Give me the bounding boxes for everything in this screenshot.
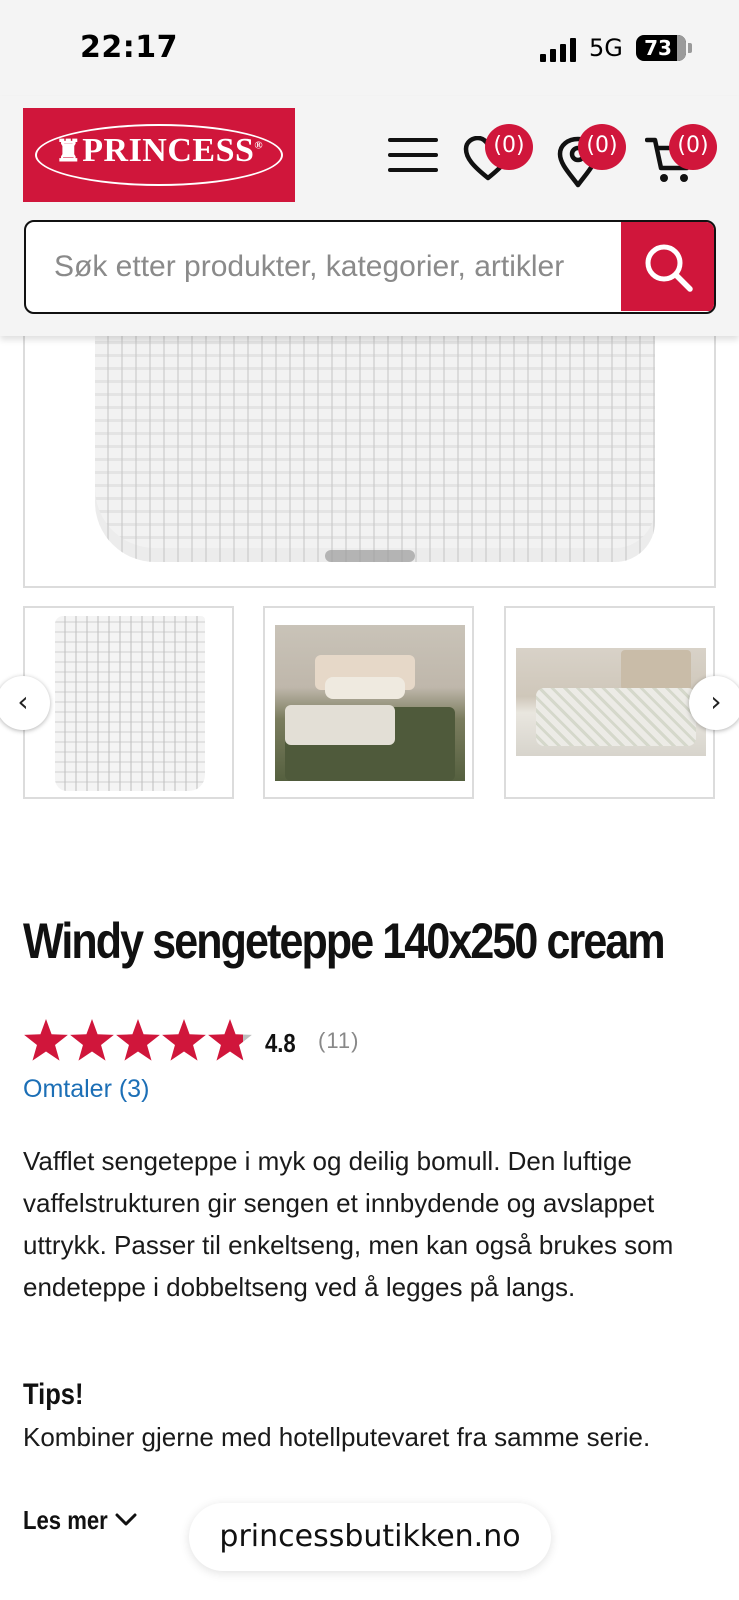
rating-count: (11) bbox=[318, 1028, 360, 1053]
cart-count-badge: (0) bbox=[669, 124, 717, 170]
browser-url-bar[interactable]: princessbutikken.no bbox=[189, 1503, 551, 1571]
thumbnail-bedroom-image bbox=[275, 625, 465, 781]
battery-tip bbox=[688, 43, 692, 53]
tips-heading: Tips! bbox=[23, 1378, 84, 1411]
brand-name: PRINCESS bbox=[82, 132, 255, 169]
thumbnail-blanket-image bbox=[55, 616, 205, 791]
tips-text: Kombiner gjerne med hotellputevaret fra … bbox=[23, 1422, 651, 1452]
reviews-link[interactable]: Omtaler (3) bbox=[23, 1075, 149, 1104]
network-type: 5G bbox=[589, 34, 623, 62]
product-description: Vafflet sengeteppe i myk og deilig bomul… bbox=[23, 1146, 674, 1302]
search-button[interactable] bbox=[621, 222, 714, 311]
wishlist-button[interactable]: (0) bbox=[463, 124, 533, 186]
stores-count-badge: (0) bbox=[578, 124, 626, 170]
read-more-button[interactable]: Les mer bbox=[23, 1505, 137, 1536]
product-thumbnail-3[interactable] bbox=[504, 606, 715, 799]
wishlist-count-badge: (0) bbox=[485, 124, 533, 170]
cart-button[interactable]: (0) bbox=[645, 124, 717, 186]
rating-star-icon bbox=[162, 1019, 206, 1061]
product-main-image[interactable] bbox=[23, 300, 716, 588]
signal-strength-icon bbox=[540, 38, 578, 62]
rating-stars bbox=[24, 1019, 252, 1061]
logo-text: ♜PRINCESS® bbox=[23, 132, 295, 170]
rating-star-icon bbox=[116, 1019, 160, 1061]
hamburger-menu-icon[interactable] bbox=[388, 138, 438, 172]
registered-mark: ® bbox=[254, 139, 264, 152]
rating-star-icon bbox=[24, 1019, 68, 1061]
product-title: Windy sengeteppe 140x250 cream bbox=[23, 913, 666, 969]
rating-star-icon bbox=[70, 1019, 114, 1061]
read-more-label: Les mer bbox=[23, 1505, 108, 1535]
logo-crown-icon: ♜ bbox=[54, 135, 83, 168]
product-thumbnail-1[interactable] bbox=[23, 606, 234, 799]
store-locator-button[interactable]: (0) bbox=[556, 124, 626, 188]
product-thumbnail-2[interactable] bbox=[263, 606, 474, 799]
status-bar: 22:17 5G 73 bbox=[0, 0, 739, 96]
rating-value: 4.8 bbox=[265, 1028, 296, 1058]
battery-level: 73 bbox=[644, 36, 672, 60]
search-bar bbox=[24, 220, 716, 314]
thumbnail-bed-image bbox=[516, 648, 706, 756]
search-icon bbox=[645, 244, 693, 292]
chevron-down-icon bbox=[115, 1513, 137, 1526]
princess-logo[interactable]: ♜PRINCESS® bbox=[23, 108, 295, 202]
site-header: ♜PRINCESS® (0) (0) (0) bbox=[0, 96, 739, 336]
search-input[interactable] bbox=[26, 222, 623, 311]
blanket-image bbox=[95, 302, 655, 562]
status-time: 22:17 bbox=[80, 30, 178, 65]
battery-icon: 73 bbox=[636, 35, 686, 61]
rating-star-icon bbox=[208, 1019, 252, 1061]
gallery-next-arrow[interactable]: › bbox=[689, 676, 739, 730]
